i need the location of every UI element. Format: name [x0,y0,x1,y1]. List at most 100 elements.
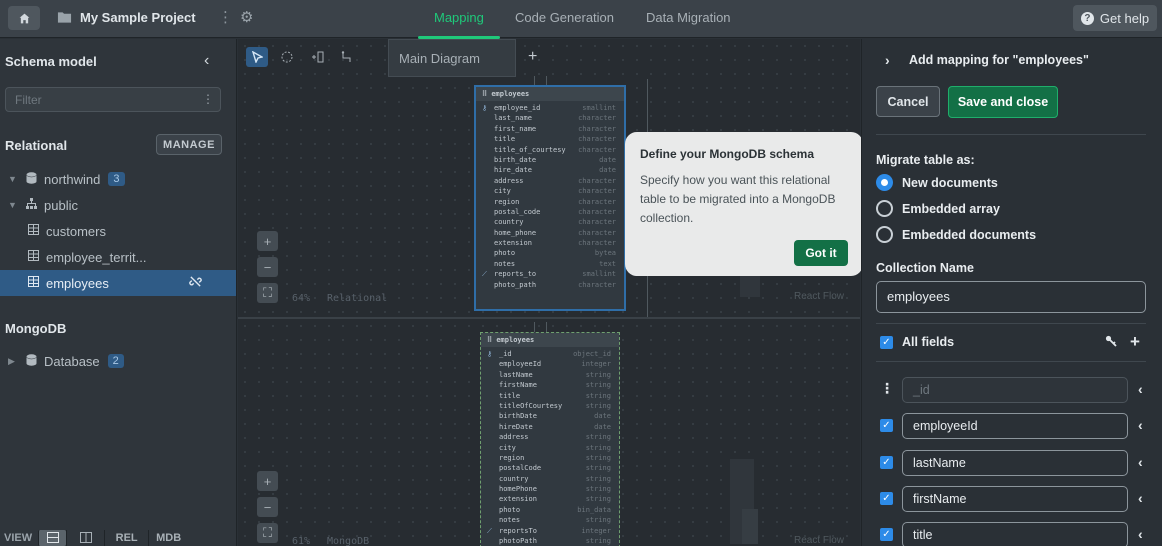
collection-field-row[interactable]: notes string [481,515,619,525]
table-column-row[interactable]: extension character [476,238,624,248]
field-name-input[interactable]: title [902,522,1128,546]
tab-mapping[interactable]: Mapping [434,10,484,25]
react-flow-attribution[interactable]: React Flow [794,291,844,302]
table-column-row[interactable]: address character [476,176,624,186]
sidebar-item-employees[interactable]: employees [0,270,236,296]
checkbox-checked[interactable]: ✓ [880,419,893,432]
pointer-tool-button[interactable] [246,47,268,67]
diagram-canvas[interactable]: Main Diagram + ⠿ employees ⚷ employee_id s… [238,39,860,546]
field-name-input[interactable]: firstName [902,486,1128,512]
radio-unselected[interactable] [876,226,893,243]
collection-field-row[interactable]: titleOfCourtesy string [481,401,619,411]
project-name[interactable]: My Sample Project [80,10,196,25]
mongo-collection-node[interactable]: ⠿ employees ⚷ _id object_id employeeId integ… [480,332,620,546]
collection-field-row[interactable]: ⚷ _id object_id [481,349,619,359]
checkbox-checked[interactable]: ✓ [880,335,893,349]
key-icon[interactable] [1105,335,1117,350]
collection-field-row[interactable]: homePhone string [481,484,619,494]
collection-field-row[interactable]: extension string [481,494,619,504]
sidebar-item-public[interactable]: ▼ public [0,192,236,218]
collection-field-row[interactable]: firstName string [481,380,619,390]
chevron-left-icon[interactable]: ‹ [204,52,209,70]
collection-field-row[interactable]: country string [481,474,619,484]
fit-view-button[interactable]: ⛶ [257,523,278,543]
zoom-out-button[interactable]: − [257,497,278,517]
collection-name-input[interactable]: employees [876,281,1146,313]
collection-field-row[interactable]: city string [481,443,619,453]
field-name-input[interactable]: employeeId [902,413,1128,439]
zoom-out-button[interactable]: − [257,257,278,277]
collection-field-row[interactable]: photo bin_data [481,505,619,515]
fit-view-button[interactable]: ⛶ [257,283,278,303]
expand-triangle-icon[interactable]: ▼ [8,200,18,210]
manage-button[interactable]: MANAGE [156,134,222,155]
table-column-row[interactable]: birth_date date [476,155,624,165]
more-options-icon[interactable]: ⋮ [218,8,233,26]
get-help-button[interactable]: ? Get help [1073,5,1157,31]
expand-triangle-icon[interactable]: ▼ [8,174,18,184]
table-column-row[interactable]: first_name character [476,124,624,134]
cancel-button[interactable]: Cancel [876,86,940,117]
save-and-close-button[interactable]: Save and close [948,86,1058,118]
table-column-row[interactable]: country character [476,217,624,227]
chevron-left-icon[interactable]: ‹ [1138,454,1143,470]
view-mdb-button[interactable]: MDB [148,529,188,546]
lasso-tool-button[interactable] [276,47,298,67]
home-button[interactable] [8,6,40,30]
radio-selected[interactable] [876,174,893,191]
collection-field-row[interactable]: birthDate date [481,411,619,421]
view-side-by-side-button[interactable] [66,529,104,546]
add-node-tool-button[interactable] [306,47,328,67]
drag-handle-icon[interactable]: ⋮ [880,380,894,397]
zoom-in-button[interactable]: + [257,231,278,251]
table-column-row[interactable]: region character [476,197,624,207]
chevron-left-icon[interactable]: ‹ [1138,526,1143,542]
collection-field-row[interactable]: employeeId integer [481,359,619,369]
checkbox-checked[interactable]: ✓ [880,528,893,541]
collection-field-row[interactable]: lastName string [481,370,619,380]
collection-field-row[interactable]: title string [481,391,619,401]
collection-field-row[interactable]: hireDate date [481,422,619,432]
table-column-row[interactable]: title character [476,134,624,144]
field-name-input[interactable]: lastName [902,450,1128,476]
tab-main-diagram[interactable]: Main Diagram [388,39,516,77]
collection-field-row[interactable]: postalCode string [481,463,619,473]
table-column-row[interactable]: notes text [476,259,624,269]
filter-input[interactable]: Filter ⋮ [5,87,221,112]
table-column-row[interactable]: city character [476,186,624,196]
view-rel-button[interactable]: REL [104,529,148,546]
collection-field-row[interactable]: photoPath string [481,536,619,546]
chevron-left-icon[interactable]: ‹ [1138,490,1143,506]
connector-tool-button[interactable] [336,47,358,67]
filter-options-icon[interactable]: ⋮ [202,92,214,106]
add-diagram-button[interactable]: + [528,48,537,66]
table-column-row[interactable]: postal_code character [476,207,624,217]
table-column-row[interactable]: ⚷ employee_id smallint [476,103,624,113]
table-column-row[interactable]: home_phone character [476,228,624,238]
chevron-right-icon[interactable]: › [885,52,890,68]
sidebar-item-database[interactable]: ▶ Database 2 [0,348,236,374]
all-fields-toggle[interactable]: ✓ All fields [880,335,954,349]
table-column-row[interactable]: photo bytea [476,248,624,258]
option-embedded-array[interactable]: Embedded array [876,200,1000,217]
table-column-row[interactable]: title_of_courtesy character [476,145,624,155]
collection-field-row[interactable]: region string [481,453,619,463]
relational-table-node[interactable]: ⠿ employees ⚷ employee_id smallint last_nam… [474,85,626,311]
collection-field-row[interactable]: address string [481,432,619,442]
tab-data-migration[interactable]: Data Migration [646,10,731,25]
zoom-in-button[interactable]: + [257,471,278,491]
table-column-row[interactable]: hire_date date [476,165,624,175]
table-column-row[interactable]: photo_path character [476,280,624,290]
checkbox-checked[interactable]: ✓ [880,456,893,469]
radio-unselected[interactable] [876,200,893,217]
gear-icon[interactable]: ⚙ [240,8,253,26]
table-column-row[interactable]: ⟋ reports_to smallint [476,269,624,279]
got-it-button[interactable]: Got it [794,240,848,266]
chevron-left-icon[interactable]: ‹ [1138,417,1143,433]
react-flow-attribution[interactable]: React Flow [794,535,844,546]
option-embedded-documents[interactable]: Embedded documents [876,226,1036,243]
collection-field-row[interactable]: ⟋ reportsTo integer [481,526,619,536]
table-column-row[interactable]: last_name character [476,113,624,123]
pane-divider[interactable] [238,317,860,319]
view-stacked-button[interactable] [38,529,67,546]
